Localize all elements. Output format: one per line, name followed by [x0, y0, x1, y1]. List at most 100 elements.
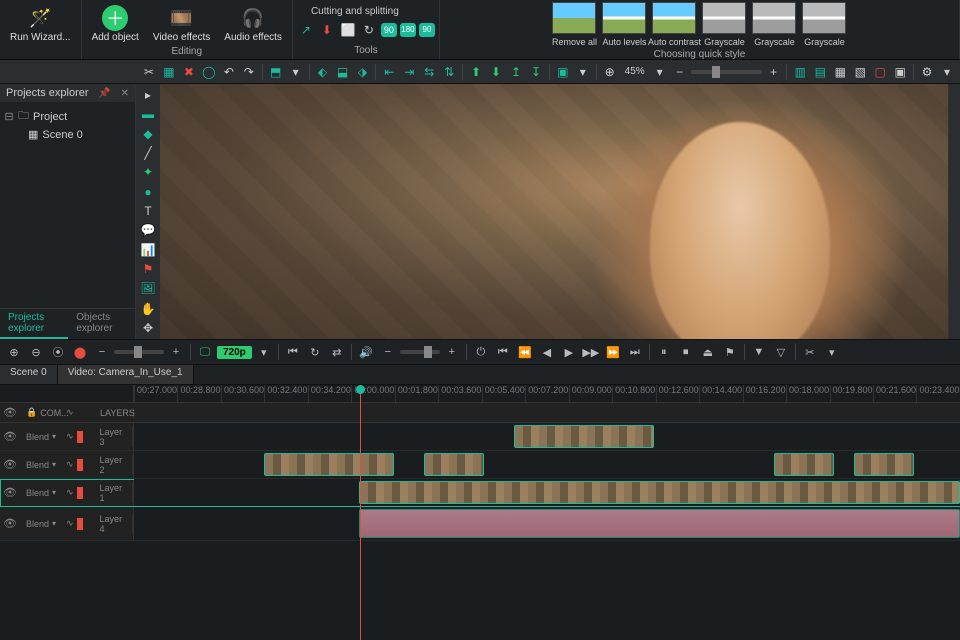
tool-arrow-icon[interactable]: ↗ — [297, 21, 315, 39]
collapse-icon[interactable]: ⊟ — [4, 110, 14, 123]
prev-frame-icon[interactable]: ⏮ — [283, 342, 303, 362]
track-layer-2[interactable]: 👁 Blend▾ ∿ Layer 2 — [0, 451, 960, 479]
resolution-badge[interactable]: 720p — [217, 346, 252, 359]
color-icon[interactable] — [77, 431, 83, 443]
center-h-button[interactable]: ⇆ — [420, 62, 438, 82]
clip[interactable] — [514, 425, 654, 448]
shape-tool[interactable]: ◆ — [138, 125, 158, 143]
zoom-out-button[interactable]: − — [671, 62, 689, 82]
gear-icon[interactable]: ⚙ — [918, 62, 936, 82]
chevron-down-icon-2[interactable]: ▾ — [574, 62, 592, 82]
transport-minus-icon[interactable]: ⊖ — [26, 342, 46, 362]
clip[interactable] — [774, 453, 834, 476]
align-left-button[interactable]: ⬖ — [314, 62, 332, 82]
eject-icon[interactable]: ⏏ — [698, 342, 718, 362]
align-top-button[interactable]: ⬒ — [267, 62, 285, 82]
tab-projects-explorer[interactable]: Projects explorer — [0, 309, 68, 339]
lock-icon[interactable]: 🔒 — [26, 407, 37, 418]
split-dropdown[interactable]: ▾ — [822, 342, 842, 362]
vol-up[interactable]: + — [442, 342, 462, 362]
bring-front-button[interactable]: ⬆ — [467, 62, 485, 82]
tab-objects-explorer[interactable]: Objects explorer — [68, 309, 135, 339]
run-wizard-button[interactable]: 🪄 Run Wizard... — [4, 2, 77, 45]
tree-root-project[interactable]: ⊟ 🗀 Project — [4, 106, 131, 127]
view-3-button[interactable]: ▦ — [831, 62, 849, 82]
center-v-button[interactable]: ⇅ — [440, 62, 458, 82]
tool-badge-90-icon[interactable]: 90 — [381, 23, 397, 37]
hand-tool[interactable]: ✋ — [138, 299, 158, 317]
eye-icon[interactable]: 👁 — [3, 430, 17, 443]
toolbar-menu[interactable]: ▾ — [938, 62, 956, 82]
bounds-button[interactable]: ▢ — [871, 62, 889, 82]
tool-rotate-icon[interactable]: ↻ — [360, 21, 378, 39]
undo-button[interactable]: ↶ — [220, 62, 238, 82]
align-right-button[interactable]: ⬗ — [353, 62, 371, 82]
color-icon[interactable] — [77, 487, 83, 499]
tab-scene-0[interactable]: Scene 0 — [0, 365, 58, 384]
audio-effects-button[interactable]: 🎧 Audio effects — [218, 2, 288, 45]
chevron-down-icon[interactable]: ▾ — [287, 62, 305, 82]
volume-icon[interactable]: 🔊 — [356, 342, 376, 362]
clip[interactable] — [424, 453, 484, 476]
align-center-button[interactable]: ⬓ — [334, 62, 352, 82]
pin-icon[interactable]: 📌 — [98, 88, 110, 99]
step-back-icon[interactable]: ◀ — [537, 342, 557, 362]
view-4-button[interactable]: ▧ — [851, 62, 869, 82]
loop-icon[interactable]: ↻ — [305, 342, 325, 362]
line-tool[interactable]: ╱ — [138, 144, 158, 162]
clip[interactable] — [264, 453, 394, 476]
flag-icon[interactable]: ⚑ — [720, 342, 740, 362]
marker-1-icon[interactable]: ▼ — [749, 342, 769, 362]
anchor-tool[interactable]: ⚑ — [138, 260, 158, 278]
safe-area-button[interactable]: ▣ — [891, 62, 909, 82]
zoom-target-icon[interactable]: ⊕ — [601, 62, 619, 82]
send-back-button[interactable]: ⬇ — [487, 62, 505, 82]
redo-button[interactable]: ↷ — [240, 62, 258, 82]
go-start-icon[interactable]: ⏮ — [493, 342, 513, 362]
transport-zoom-slider[interactable] — [114, 350, 164, 354]
res-dropdown[interactable]: ▾ — [254, 342, 274, 362]
zoom-in-button[interactable]: + — [764, 62, 782, 82]
rect-tool[interactable]: ▬ — [138, 105, 158, 123]
transport-zoom-in[interactable]: + — [166, 342, 186, 362]
tab-video-camera[interactable]: Video: Camera_In_Use_1 — [58, 365, 194, 384]
clip[interactable] — [854, 453, 914, 476]
quickstyle-grayscale-2[interactable]: Grayscale — [752, 2, 796, 34]
playhead[interactable] — [360, 385, 361, 640]
transport-fit-icon[interactable]: ⦿ — [48, 342, 68, 362]
quickstyle-grayscale-3[interactable]: Grayscale — [802, 2, 846, 34]
clip[interactable] — [359, 481, 960, 504]
comment-tool[interactable]: 💬 — [138, 221, 158, 239]
pointer-tool[interactable]: ▸ — [138, 86, 158, 104]
vol-down[interactable]: − — [378, 342, 398, 362]
play-icon[interactable]: ▶ — [559, 342, 579, 362]
stop-icon[interactable]: ⏹ — [676, 342, 696, 362]
shuffle-icon[interactable]: ⇄ — [327, 342, 347, 362]
zoom-slider[interactable] — [691, 70, 763, 74]
image-tool[interactable]: 🖼 — [138, 279, 158, 297]
audio-clip[interactable] — [359, 509, 960, 538]
eye-icon[interactable]: 👁 — [3, 517, 17, 530]
volume-slider[interactable] — [400, 350, 440, 354]
eye-icon[interactable]: 👁 — [3, 458, 17, 471]
right-scrollbar[interactable] — [948, 84, 960, 339]
video-effects-button[interactable]: 🎞️ Video effects — [147, 2, 216, 45]
close-panel-icon[interactable]: ✕ — [121, 88, 129, 99]
ellipse-tool[interactable]: ● — [138, 183, 158, 201]
brush-tool[interactable]: ✦ — [138, 163, 158, 181]
eye-icon[interactable]: 👁 — [3, 486, 17, 499]
copy-button[interactable]: ▦ — [160, 62, 178, 82]
backward-button[interactable]: ↧ — [527, 62, 545, 82]
split-icon[interactable]: ✂ — [800, 342, 820, 362]
rewind-icon[interactable]: ⏪ — [515, 342, 535, 362]
track-layer-3[interactable]: 👁 Blend▾ ∿ Layer 3 — [0, 423, 960, 451]
ffwd-icon[interactable]: ⏩ — [603, 342, 623, 362]
timeline-ruler[interactable]: 00:27.000 00:28.800 00:30.600 00:32.400 … — [0, 385, 960, 403]
record-button[interactable]: ◯ — [200, 62, 218, 82]
chart-tool[interactable]: 📊 — [138, 241, 158, 259]
quickstyle-remove-all[interactable]: Remove all — [552, 2, 596, 34]
transport-zoom-out[interactable]: − — [92, 342, 112, 362]
track-layer-1[interactable]: 👁 Blend▾ ∿ Layer 1 — [0, 479, 960, 507]
power-icon[interactable]: ⏻ — [471, 342, 491, 362]
cut-button[interactable]: ✂ — [140, 62, 158, 82]
